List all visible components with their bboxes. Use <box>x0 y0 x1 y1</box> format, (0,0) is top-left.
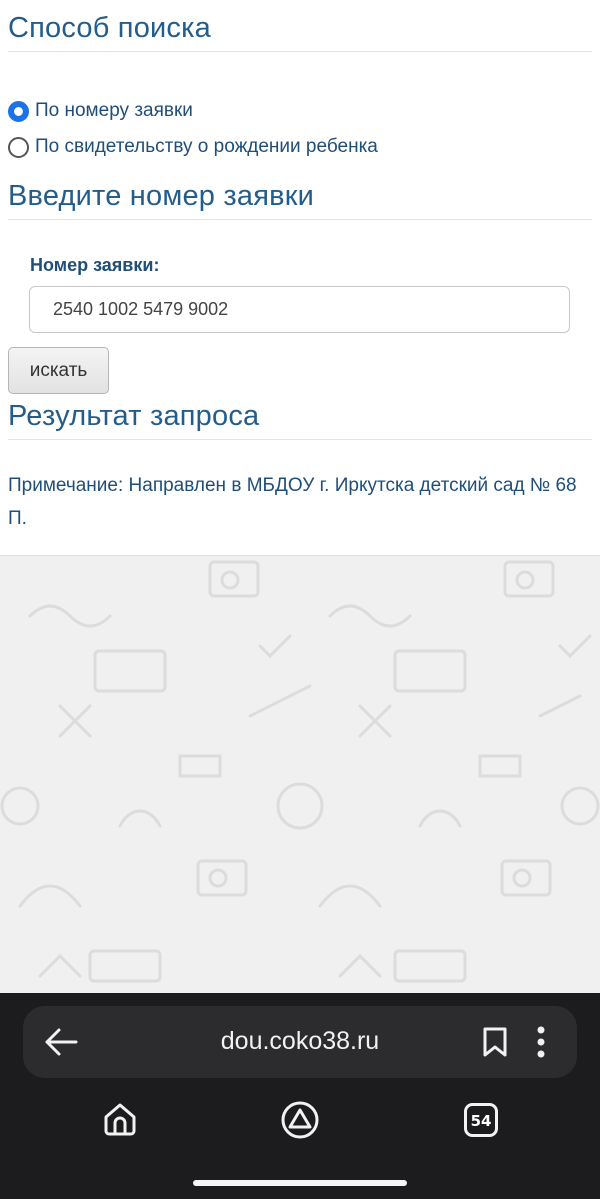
tab-count: 54 <box>471 1112 492 1130</box>
search-button[interactable]: искать <box>8 347 109 394</box>
home-icon[interactable] <box>102 1101 138 1137</box>
search-method-heading: Способ поиска <box>8 12 211 44</box>
background-pattern <box>0 555 600 994</box>
result-note: Примечание: Направлен в МБДОУ г. Иркутск… <box>8 475 577 529</box>
page-content: Способ поиска По номеру заявки По свидет… <box>0 0 600 555</box>
radio-label: По номеру заявки <box>35 100 193 121</box>
divider <box>8 439 592 440</box>
radio-option-by-number[interactable]: По номеру заявки <box>8 100 193 122</box>
request-number-label: Номер заявки: <box>30 255 160 275</box>
doodle-pattern-graphic <box>0 560 600 983</box>
radio-selected-icon[interactable] <box>8 100 29 122</box>
home-indicator <box>193 1180 407 1186</box>
bookmark-icon[interactable] <box>482 1026 508 1058</box>
request-number-input[interactable]: 2540 1002 5479 9002 <box>29 286 570 333</box>
more-vert-icon[interactable] <box>534 1024 548 1060</box>
tabs-icon[interactable]: 54 <box>463 1102 499 1138</box>
divider <box>8 219 592 220</box>
radio-option-by-certificate[interactable]: По свидетельству о рождении ребенка <box>8 136 378 158</box>
result-heading: Результат запроса <box>8 400 260 432</box>
url-text[interactable]: dou.coko38.ru <box>0 1027 600 1056</box>
radio-unselected-icon[interactable] <box>8 136 29 158</box>
enter-number-heading: Введите номер заявки <box>8 180 314 212</box>
divider <box>8 51 592 52</box>
radio-label: По свидетельству о рождении ребенка <box>35 136 378 157</box>
alice-icon[interactable] <box>280 1100 320 1140</box>
